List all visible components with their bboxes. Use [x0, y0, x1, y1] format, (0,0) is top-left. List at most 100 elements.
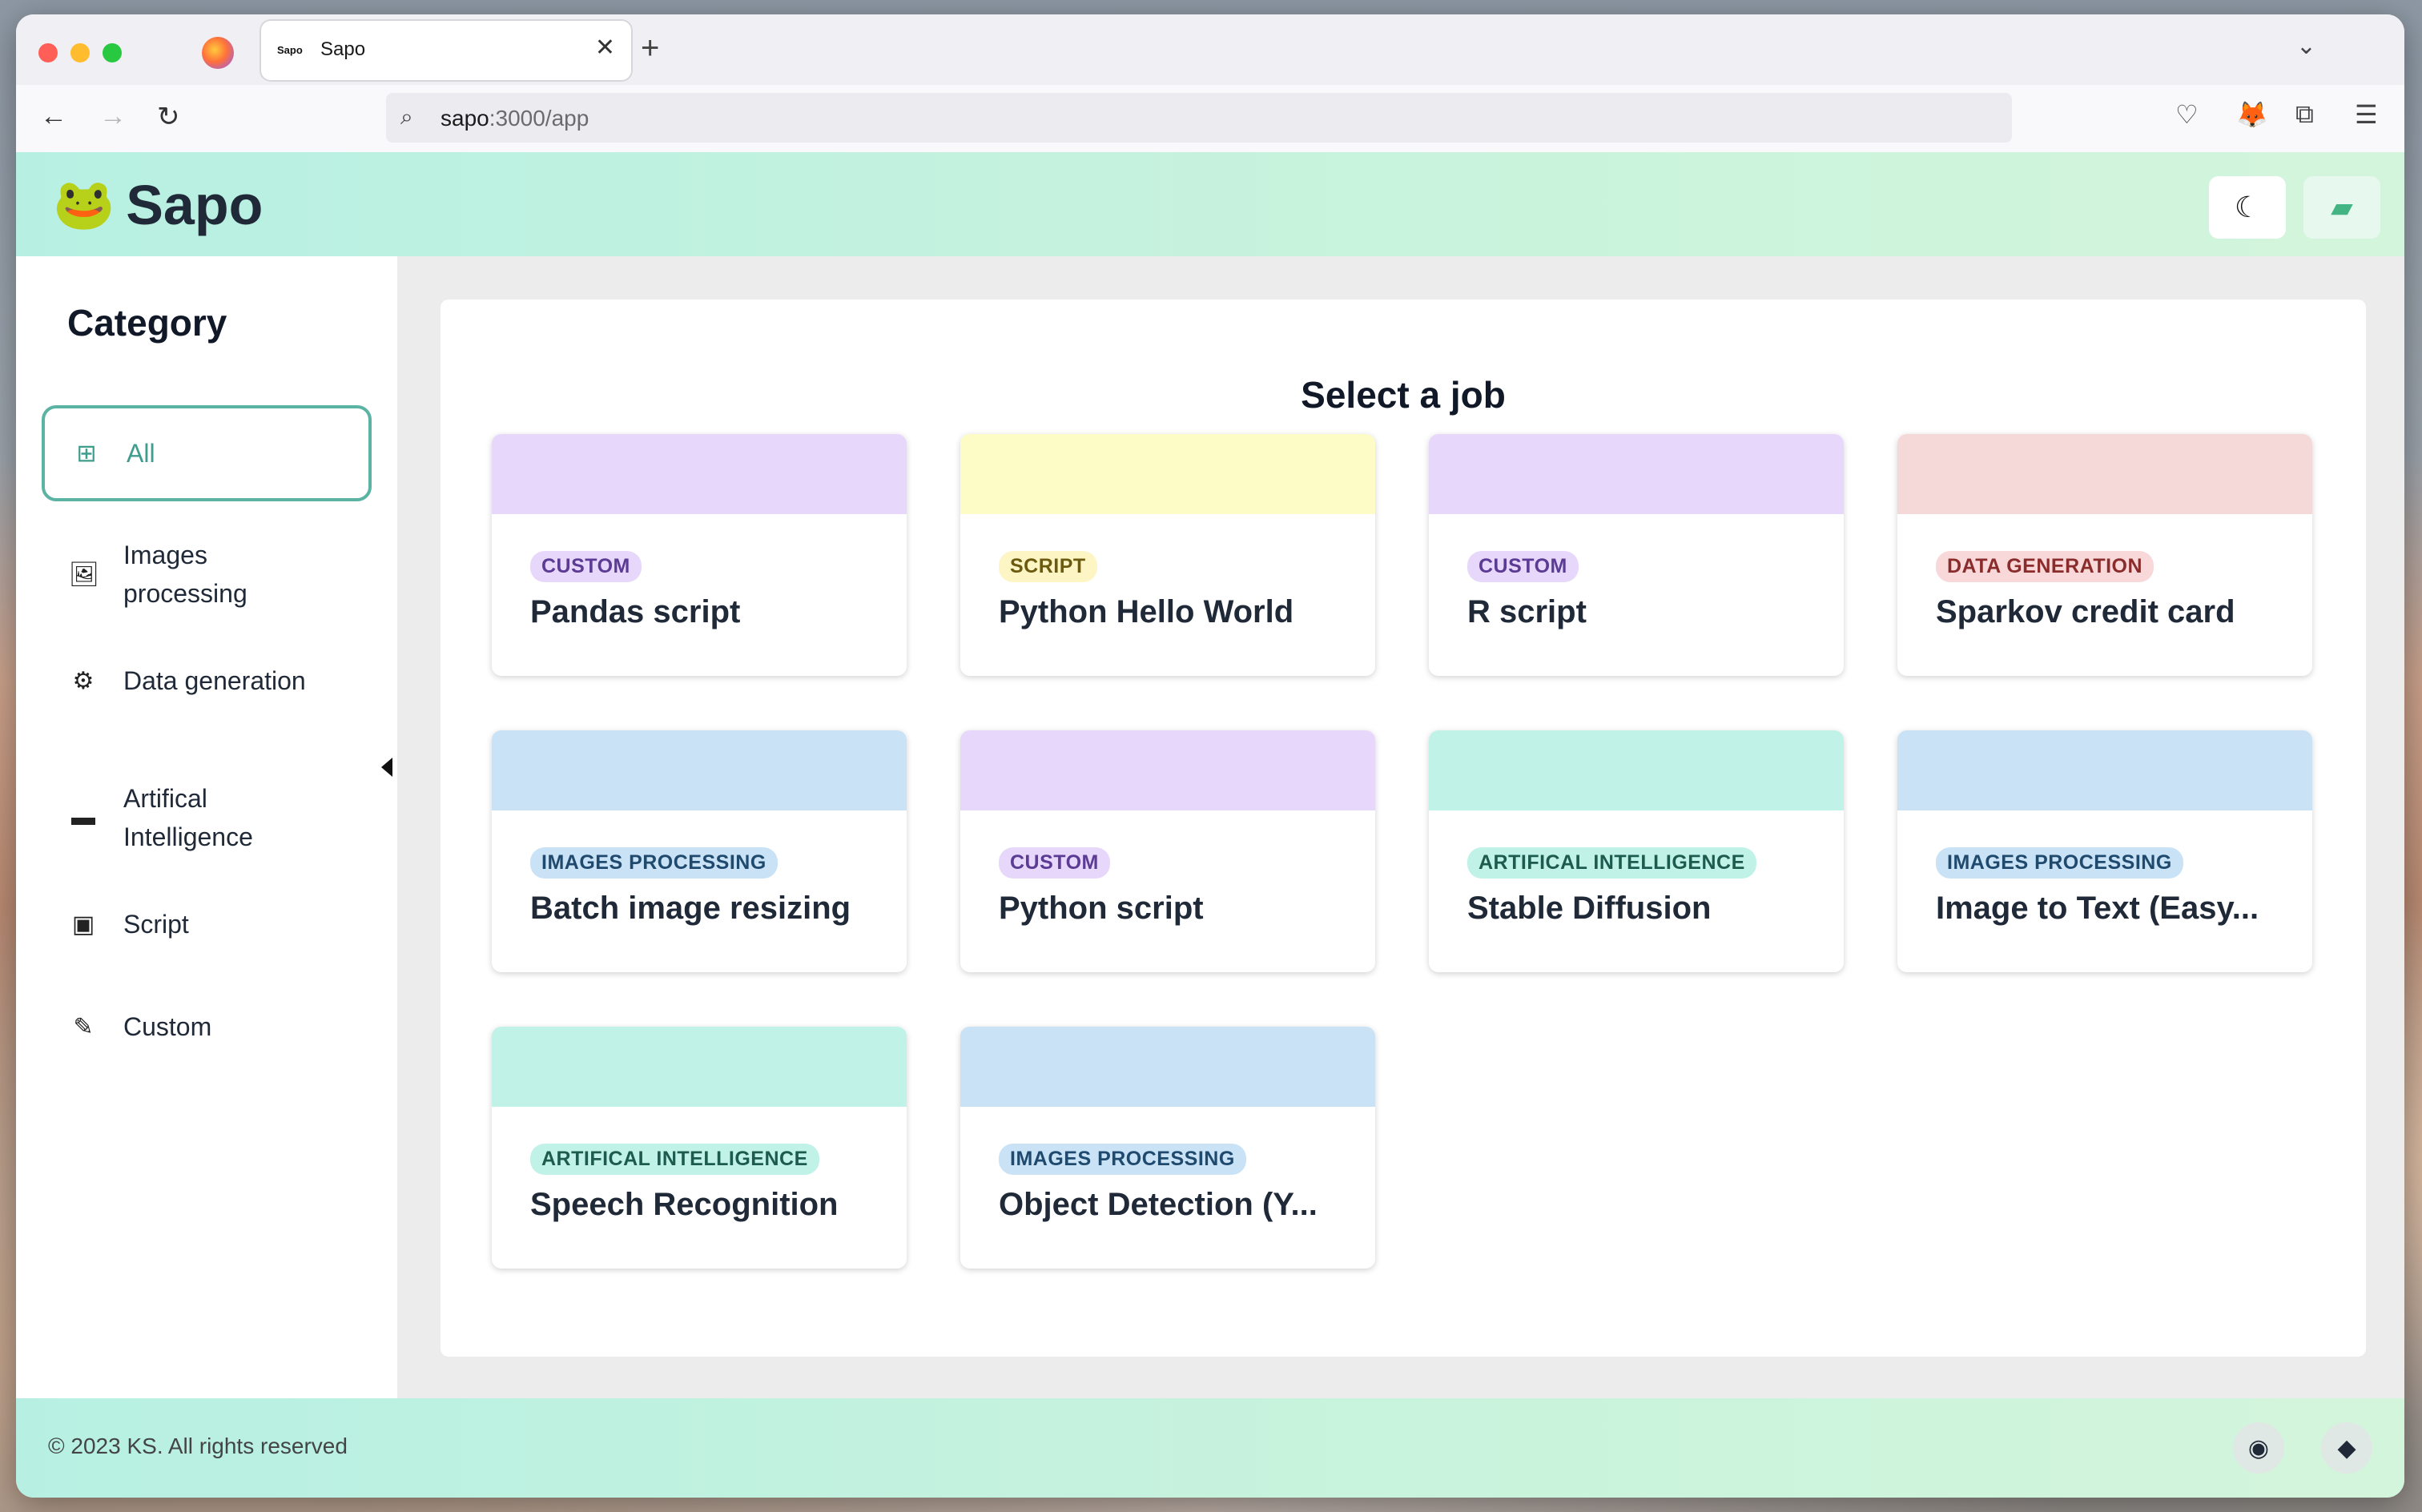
- job-card-stable-diffusion[interactable]: ARTIFICAL INTELLIGENCE Stable Diffusion: [1429, 730, 1844, 972]
- hdd-icon: ▬: [71, 804, 95, 830]
- github-icon: ◉: [2247, 1434, 2270, 1462]
- card-color-band: [1429, 730, 1844, 810]
- card-color-band: [1429, 434, 1844, 514]
- page-title: Select a job: [1301, 374, 1506, 416]
- job-panel: Select a job CUSTOM Pandas script SCRIPT…: [441, 300, 2366, 1357]
- copyright-text: © 2023 KS. All rights reserved: [48, 1434, 348, 1458]
- wallet-icon: ▰: [2331, 191, 2353, 223]
- card-color-band: [492, 434, 907, 514]
- minimize-window-button[interactable]: [70, 43, 90, 62]
- card-color-band: [960, 730, 1375, 810]
- forward-arrow-icon[interactable]: →: [99, 101, 127, 132]
- navigation-bar: ← → ↻ ⌕ sapo:3000/app ♡ 🦊 ⧉ ☰: [16, 85, 2404, 154]
- card-color-band: [492, 1027, 907, 1107]
- category-badge: IMAGES PROCESSING: [999, 1144, 1246, 1175]
- category-badge: ARTIFICAL INTELLIGENCE: [530, 1144, 819, 1175]
- job-card-batch-image-resizing[interactable]: IMAGES PROCESSING Batch image resizing: [492, 730, 907, 972]
- brand[interactable]: 🐸 Sapo: [53, 173, 263, 237]
- job-card-sparkov-credit-card[interactable]: DATA GENERATION Sparkov credit card: [1897, 434, 2312, 676]
- sidebar-item-images-processing[interactable]: 🖼 Images processing: [42, 530, 372, 618]
- card-title: Stable Diffusion: [1467, 891, 1712, 926]
- browser-window: Sapo Sapo ✕ + ⌄ ← → ↻ ⌕ sapo:3000/app ♡ …: [16, 14, 2404, 1498]
- extensions-icon[interactable]: ⧉: [2295, 99, 2314, 130]
- sidebar-item-custom[interactable]: ✎ Custom: [42, 995, 372, 1059]
- pocket-icon[interactable]: ♡: [2175, 99, 2199, 130]
- job-card-object-detection[interactable]: IMAGES PROCESSING Object Detection (Y...: [960, 1027, 1375, 1269]
- gears-icon: ⚙: [72, 667, 95, 694]
- tab-title: Sapo: [320, 38, 366, 60]
- job-card-image-to-text[interactable]: IMAGES PROCESSING Image to Text (Easy...: [1897, 730, 2312, 972]
- github-link[interactable]: ◉: [2233, 1422, 2284, 1474]
- category-badge: CUSTOM: [999, 847, 1110, 879]
- pencil-icon: ✎: [73, 1013, 94, 1040]
- card-color-band: [960, 1027, 1375, 1107]
- address-bar[interactable]: ⌕ sapo:3000/app: [386, 93, 2012, 143]
- job-card-pandas-script[interactable]: CUSTOM Pandas script: [492, 434, 907, 676]
- card-title: Object Detection (Y...: [999, 1187, 1318, 1222]
- card-title: R script: [1467, 594, 1587, 629]
- sapo-favicon-icon: Sapo: [277, 44, 303, 56]
- card-title: Speech Recognition: [530, 1187, 839, 1222]
- images-icon: 🖼: [69, 561, 100, 588]
- card-color-band: [960, 434, 1375, 514]
- app-header: 🐸 Sapo ☾ ▰: [16, 152, 2404, 256]
- card-title: Pandas script: [530, 594, 741, 629]
- tab-strip: Sapo Sapo ✕ + ⌄: [16, 14, 2404, 85]
- new-tab-icon[interactable]: +: [641, 30, 659, 66]
- chevron-down-icon[interactable]: ⌄: [2296, 32, 2316, 60]
- sidebar-title: Category: [67, 302, 227, 344]
- collapse-sidebar-icon[interactable]: [381, 758, 392, 777]
- search-icon: ⌕: [400, 104, 413, 129]
- sidebar-item-label: Script: [123, 910, 189, 939]
- category-badge: ARTIFICAL INTELLIGENCE: [1467, 847, 1756, 879]
- sidebar-item-label: Custom: [123, 1012, 212, 1041]
- url-text[interactable]: sapo:3000/app: [441, 106, 589, 131]
- category-badge: IMAGES PROCESSING: [1936, 847, 2183, 879]
- sidebar-item-all[interactable]: ⊞ All: [42, 405, 372, 501]
- close-tab-icon[interactable]: ✕: [595, 34, 615, 62]
- back-arrow-icon[interactable]: ←: [40, 101, 67, 132]
- menu-icon[interactable]: ☰: [2355, 99, 2378, 130]
- category-badge: IMAGES PROCESSING: [530, 847, 778, 879]
- grid-icon: ⊞: [76, 440, 97, 467]
- card-title: Image to Text (Easy...: [1936, 891, 2259, 926]
- metamask-extension-icon[interactable]: 🦊: [2236, 99, 2268, 130]
- sidebar-item-label: Images processing: [123, 541, 247, 608]
- theme-toggle-button[interactable]: ☾: [2209, 176, 2286, 239]
- category-sidebar: Category ⊞ All 🖼 Images processing ⚙ Dat…: [16, 256, 397, 1398]
- moon-icon: ☾: [2234, 191, 2261, 223]
- tab-sapo[interactable]: Sapo Sapo ✕: [261, 21, 631, 80]
- sidebar-item-artifical-intelligence[interactable]: ▬ Artifical Intelligence: [42, 774, 372, 862]
- card-title: Python script: [999, 891, 1204, 926]
- card-title: Batch image resizing: [530, 891, 851, 926]
- card-color-band: [492, 730, 907, 810]
- firefox-view-icon[interactable]: [202, 37, 234, 69]
- card-title: Sparkov credit card: [1936, 594, 2235, 629]
- job-card-python-script[interactable]: CUSTOM Python script: [960, 730, 1375, 972]
- category-badge: CUSTOM: [1467, 551, 1579, 582]
- job-card-speech-recognition[interactable]: ARTIFICAL INTELLIGENCE Speech Recognitio…: [492, 1027, 907, 1269]
- job-card-r-script[interactable]: CUSTOM R script: [1429, 434, 1844, 676]
- maximize-window-button[interactable]: [103, 43, 122, 62]
- category-badge: DATA GENERATION: [1936, 551, 2154, 582]
- sidebar-item-script[interactable]: ▣ Script: [42, 892, 372, 956]
- sidebar-item-label: Artifical Intelligence: [123, 784, 253, 851]
- job-card-python-hello-world[interactable]: SCRIPT Python Hello World: [960, 434, 1375, 676]
- sidebar-item-label: All: [127, 439, 155, 468]
- sidebar-item-data-generation[interactable]: ⚙ Data generation: [42, 649, 372, 713]
- app-footer: © 2023 KS. All rights reserved ◉ ◆: [16, 1398, 2404, 1498]
- sidebar-item-label: Data generation: [123, 666, 306, 695]
- reload-icon[interactable]: ↻: [157, 101, 180, 133]
- close-window-button[interactable]: [38, 43, 58, 62]
- card-title: Python Hello World: [999, 594, 1294, 629]
- frog-logo-icon: 🐸: [53, 177, 115, 232]
- category-badge: SCRIPT: [999, 551, 1097, 582]
- ethereum-icon: ◆: [2337, 1434, 2356, 1462]
- card-color-band: [1897, 434, 2312, 514]
- frame-icon: ▣: [71, 911, 95, 938]
- wallet-button[interactable]: ▰: [2303, 176, 2380, 239]
- brand-name: Sapo: [126, 174, 264, 236]
- ethereum-link[interactable]: ◆: [2321, 1422, 2372, 1474]
- category-badge: CUSTOM: [530, 551, 642, 582]
- card-color-band: [1897, 730, 2312, 810]
